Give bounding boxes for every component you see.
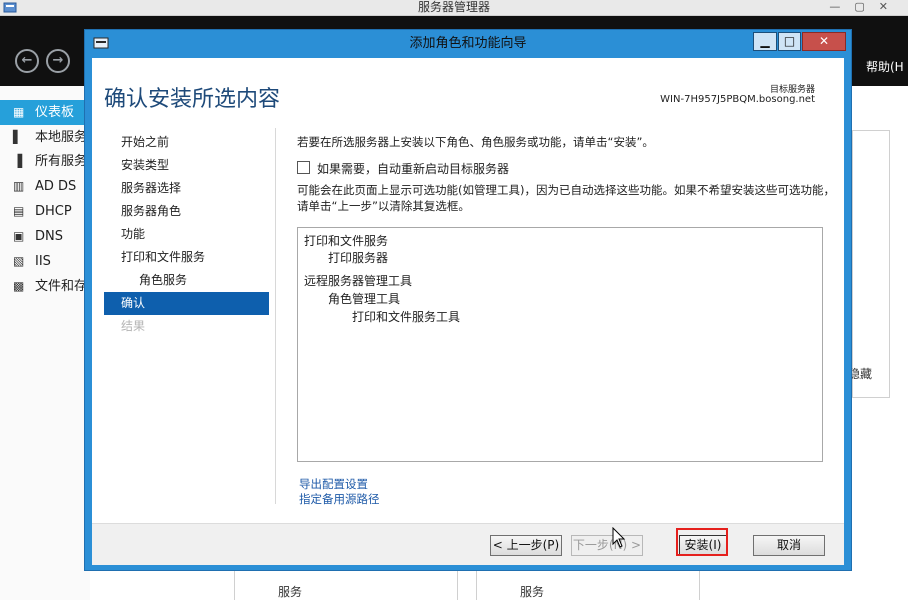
sidebar-item-label: AD DS: [35, 179, 77, 194]
iis-icon: ▧: [13, 254, 25, 268]
sidebar-item-label: 所有服务: [35, 154, 88, 169]
sidebar-item-ad-ds[interactable]: ▥ AD DS: [0, 174, 90, 199]
sidebar-item-iis[interactable]: ▧ IIS: [0, 249, 90, 274]
sidebar-item-local-server[interactable]: ▌ 本地服务: [0, 125, 90, 150]
background-titlebar: 服务器管理器 —▢✕: [0, 0, 908, 16]
alternate-source-link[interactable]: 指定备用源路径: [299, 491, 380, 507]
list-item: 角色管理工具: [328, 292, 401, 306]
sidebar-item-label: DHCP: [35, 204, 72, 219]
dashboard-icon: ▦: [13, 105, 25, 119]
sidebar-item-label: 文件和存: [35, 279, 88, 294]
sidebar-item-label: IIS: [35, 254, 51, 269]
background-window-title: 服务器管理器: [417, 0, 490, 14]
intro-text: 若要在所选服务器上安装以下角色、角色服务或功能，请单击“安装”。: [297, 135, 654, 149]
sidebar-item-file-storage[interactable]: ▩ 文件和存: [0, 274, 90, 299]
restart-checkbox-label[interactable]: 如果需要，自动重新启动目标服务器: [317, 160, 509, 177]
step-installation-type[interactable]: 安装类型: [104, 154, 269, 177]
step-confirmation[interactable]: 确认: [104, 292, 269, 315]
background-window-buttons[interactable]: —▢✕: [829, 0, 902, 13]
sidebar-item-dashboard[interactable]: ▦ 仪表板: [0, 100, 90, 125]
target-server-name: WIN-7H957J5PBQM.bosong.net: [660, 94, 815, 105]
services-label: 服务: [520, 585, 545, 599]
mouse-cursor-icon: [612, 527, 626, 548]
sidebar-item-dhcp[interactable]: ▤ DHCP: [0, 199, 90, 224]
step-features[interactable]: 功能: [104, 223, 269, 246]
add-roles-wizard-dialog: 添加角色和功能向导 ▁ □ ✕ 确认安装所选内容 目标服务器 WIN-7H957…: [84, 29, 852, 571]
step-print-file-services[interactable]: 打印和文件服务: [104, 246, 269, 269]
sidebar-item-label: 仪表板: [35, 105, 75, 120]
maximize-button[interactable]: □: [778, 32, 801, 51]
all-servers-icon: ▐: [13, 154, 23, 168]
local-server-icon: ▌: [13, 130, 23, 144]
dhcp-icon: ▤: [13, 204, 25, 218]
step-server-roles[interactable]: 服务器角色: [104, 200, 269, 223]
sidebar-item-label: DNS: [35, 229, 63, 244]
background-tile: [234, 570, 458, 600]
install-highlight-box: [676, 528, 728, 556]
restart-checkbox[interactable]: [297, 161, 310, 174]
services-label: 服务: [278, 585, 303, 599]
list-item: 打印和文件服务工具: [352, 310, 461, 324]
sidebar-item-label: 本地服务: [35, 130, 88, 145]
sidebar-item-dns[interactable]: ▣ DNS: [0, 224, 90, 249]
list-item: 远程服务器管理工具: [304, 274, 413, 288]
minimize-button[interactable]: ▁: [753, 32, 777, 51]
back-arrow-icon[interactable]: ←: [15, 49, 39, 73]
optional-features-notice: 可能会在此页面上显示可选功能(如管理工具)，因为已自动选择这些功能。如果不希望安…: [297, 183, 835, 213]
list-item: 打印和文件服务: [304, 234, 389, 248]
dns-icon: ▣: [13, 229, 25, 243]
list-item: 打印服务器: [328, 251, 389, 265]
sidebar-item-all-servers[interactable]: ▐ 所有服务: [0, 149, 90, 174]
background-sidebar: ▦ 仪表板 ▌ 本地服务 ▐ 所有服务 ▥ AD DS ▤ DHCP ▣ DNS ▧ IIS …: [0, 86, 90, 600]
step-results: 结果: [121, 319, 146, 333]
close-button[interactable]: ✕: [802, 32, 846, 51]
forward-arrow-icon[interactable]: →: [46, 49, 70, 73]
help-menu[interactable]: 帮助(H: [866, 58, 904, 75]
dialog-title: 添加角色和功能向导: [409, 36, 527, 51]
wizard-step-nav: 开始之前 安装类型 服务器选择 服务器角色 功能 打印和文件服务 角色服务 确认…: [104, 131, 269, 338]
step-before-you-begin[interactable]: 开始之前: [104, 131, 269, 154]
background-tile: [476, 570, 700, 600]
nav-divider: [275, 128, 276, 504]
page-title: 确认安装所选内容: [104, 87, 281, 112]
step-role-services[interactable]: 角色服务: [104, 269, 269, 292]
dialog-footer: [92, 523, 844, 565]
export-config-link[interactable]: 导出配置设置: [299, 476, 368, 492]
next-button: 下一步(N) >: [571, 535, 643, 556]
cancel-button[interactable]: 取消: [753, 535, 825, 556]
selection-listbox[interactable]: 打印和文件服务 打印服务器 远程服务器管理工具 角色管理工具 打印和文件服务工具: [297, 227, 823, 462]
step-server-selection[interactable]: 服务器选择: [104, 177, 269, 200]
ad-ds-icon: ▥: [13, 179, 25, 193]
background-tile: [852, 130, 890, 398]
previous-button[interactable]: < 上一步(P): [490, 535, 562, 556]
file-storage-icon: ▩: [13, 279, 25, 293]
